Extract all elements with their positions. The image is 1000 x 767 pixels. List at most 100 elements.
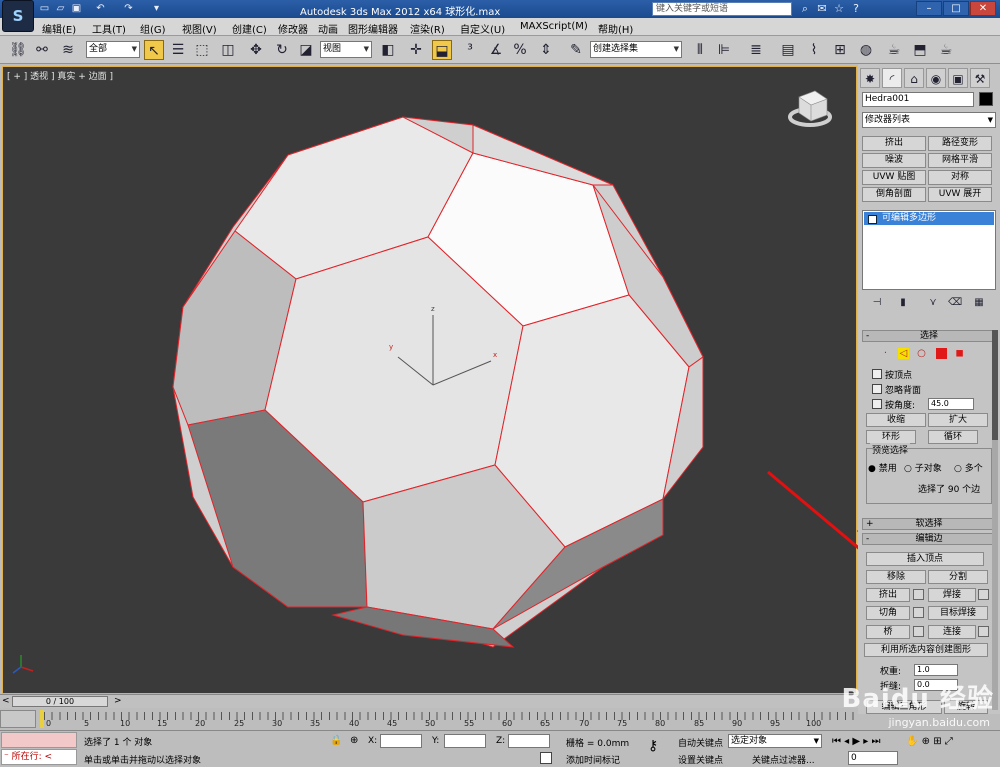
- grow-button[interactable]: 扩大: [928, 413, 988, 427]
- utilities-tab-icon[interactable]: ⚒: [970, 68, 990, 88]
- extrude-button[interactable]: 挤出: [866, 588, 910, 602]
- remove-modifier-icon[interactable]: ⌫: [948, 296, 962, 310]
- time-slider-bar[interactable]: < 0 / 100 >: [0, 694, 858, 708]
- align-icon[interactable]: ⊫: [714, 40, 734, 60]
- add-time-tag-button[interactable]: 添加时间标记: [566, 753, 620, 766]
- bind-space-warp-icon[interactable]: ≋: [58, 40, 78, 60]
- modifier-unwrap-uvw-button[interactable]: UVW 展开: [928, 187, 992, 202]
- snaps-toggle-icon[interactable]: ³: [460, 40, 480, 60]
- insert-vertex-button[interactable]: 插入顶点: [866, 552, 984, 566]
- next-frame-icon[interactable]: >: [114, 696, 122, 706]
- select-link-icon[interactable]: ⛓: [8, 40, 28, 60]
- redo-icon[interactable]: ↷: [122, 2, 135, 15]
- menu-views[interactable]: 视图(V): [182, 21, 217, 36]
- split-button[interactable]: 分割: [928, 570, 988, 584]
- weld-settings-button[interactable]: [978, 589, 989, 600]
- schematic-view-icon[interactable]: ⊞: [830, 40, 850, 60]
- rotate-icon[interactable]: ↻: [272, 40, 292, 60]
- display-tab-icon[interactable]: ▣: [948, 68, 968, 88]
- configure-modifier-sets-icon[interactable]: ▦: [972, 296, 986, 310]
- object-name-field[interactable]: Hedra001: [862, 92, 974, 107]
- make-unique-icon[interactable]: ⋎: [926, 296, 940, 310]
- percent-snap-icon[interactable]: %: [510, 40, 530, 60]
- mini-curve-editor-icon[interactable]: [0, 710, 36, 728]
- loop-button[interactable]: 循环: [928, 430, 978, 444]
- object-color-swatch[interactable]: [979, 92, 993, 106]
- menu-maxscript[interactable]: MAXScript(M): [520, 21, 588, 32]
- select-object-icon[interactable]: ↖: [144, 40, 164, 60]
- key-filters-button[interactable]: 关键点过滤器...: [752, 753, 815, 766]
- menu-modifiers[interactable]: 修改器: [278, 21, 308, 36]
- menu-customize[interactable]: 自定义(U): [460, 21, 505, 36]
- pin-stack-icon[interactable]: ⊣: [870, 296, 884, 310]
- preview-off-radio[interactable]: ● 禁用: [868, 461, 897, 474]
- connect-settings-button[interactable]: [978, 626, 989, 637]
- menu-group[interactable]: 组(G): [140, 21, 166, 36]
- window-crossing-icon[interactable]: ◫: [218, 40, 238, 60]
- modifier-extrude-button[interactable]: 挤出: [862, 136, 926, 151]
- curve-editor-icon[interactable]: ⌇: [804, 40, 824, 60]
- playback-controls-icon[interactable]: ⏮ ◂ ▶ ▸ ⏭: [832, 736, 880, 747]
- y-coord-field[interactable]: [444, 734, 486, 748]
- render-production-icon[interactable]: ☕: [936, 40, 956, 60]
- rectangular-selection-icon[interactable]: ⬚: [192, 40, 212, 60]
- modifier-stack[interactable]: 可编辑多边形: [862, 210, 996, 290]
- edit-edges-rollout-header[interactable]: - 编辑边: [862, 533, 996, 545]
- edit-named-selection-icon[interactable]: ✎: [566, 40, 586, 60]
- angle-spinner[interactable]: 45.0: [928, 398, 974, 410]
- auto-key-button[interactable]: 自动关键点: [678, 736, 723, 749]
- material-editor-icon[interactable]: ◍: [856, 40, 876, 60]
- modifier-noise-button[interactable]: 噪波: [862, 153, 926, 168]
- viewport-navigation-icon[interactable]: ✋ ⊕ ⊞ ⤢: [906, 736, 953, 747]
- edge-mode-icon[interactable]: ◁: [898, 348, 909, 359]
- connect-button[interactable]: 连接: [928, 625, 976, 639]
- key-mode-select[interactable]: 选定对象: [728, 734, 822, 748]
- unlink-icon[interactable]: ⚯: [32, 40, 52, 60]
- new-file-icon[interactable]: ▭: [38, 2, 51, 15]
- modifier-uvw-map-button[interactable]: UVW 贴图: [862, 170, 926, 185]
- x-coord-field[interactable]: [380, 734, 422, 748]
- menu-help[interactable]: 帮助(H): [598, 21, 633, 36]
- create-tab-icon[interactable]: ✸: [860, 68, 880, 88]
- communication-icon[interactable]: ✉: [815, 2, 829, 16]
- scale-icon[interactable]: ◪: [296, 40, 316, 60]
- prev-frame-icon[interactable]: <: [2, 696, 10, 706]
- menu-create[interactable]: 创建(C): [232, 21, 267, 36]
- ignore-backfacing-checkbox[interactable]: 忽略背面: [872, 383, 921, 396]
- by-vertex-checkbox[interactable]: 按顶点: [872, 368, 912, 381]
- scrollbar-thumb[interactable]: [992, 330, 998, 440]
- absolute-mode-icon[interactable]: ⊕: [350, 735, 358, 746]
- menu-graph-editors[interactable]: 图形编辑器: [348, 21, 398, 36]
- rendered-frame-icon[interactable]: ⬒: [910, 40, 930, 60]
- stack-item-editable-poly[interactable]: 可编辑多边形: [864, 212, 994, 225]
- time-tag-icon[interactable]: [540, 752, 552, 764]
- element-mode-icon[interactable]: ◼: [954, 348, 965, 359]
- maxscript-listener-input[interactable]: [1, 732, 77, 748]
- move-icon[interactable]: ✥: [246, 40, 266, 60]
- modify-tab-icon[interactable]: ◜: [882, 68, 902, 88]
- modifier-list-select[interactable]: 修改器列表: [862, 112, 996, 128]
- hierarchy-tab-icon[interactable]: ⌂: [904, 68, 924, 88]
- spinner-snap-icon[interactable]: ⇕: [536, 40, 556, 60]
- set-key-icon[interactable]: ⚷: [648, 738, 658, 754]
- set-key-button[interactable]: 设置关键点: [678, 753, 723, 766]
- layer-manager-icon[interactable]: ≣: [746, 40, 766, 60]
- lock-selection-icon[interactable]: 🔒: [330, 735, 342, 746]
- border-mode-icon[interactable]: ○: [916, 348, 927, 359]
- chamfer-button[interactable]: 切角: [866, 606, 910, 620]
- undo-icon[interactable]: ↶: [94, 2, 107, 15]
- chamfer-settings-button[interactable]: [913, 607, 924, 618]
- search-icon[interactable]: ⌕: [798, 2, 812, 16]
- command-panel-scrollbar[interactable]: [992, 330, 998, 710]
- current-frame-field[interactable]: 0: [848, 751, 898, 765]
- weight-spinner[interactable]: 1.0: [914, 664, 958, 676]
- create-shape-button[interactable]: 利用所选内容创建图形: [864, 643, 988, 657]
- maximize-button[interactable]: □: [943, 1, 969, 16]
- soft-selection-rollout-header[interactable]: + 软选择: [862, 518, 996, 530]
- z-coord-field[interactable]: [508, 734, 550, 748]
- mirror-icon[interactable]: ⫴: [690, 40, 710, 60]
- favorites-star-icon[interactable]: ☆: [832, 2, 846, 16]
- menu-tools[interactable]: 工具(T): [92, 21, 126, 36]
- ring-button[interactable]: 环形: [866, 430, 916, 444]
- extrude-settings-button[interactable]: [913, 589, 924, 600]
